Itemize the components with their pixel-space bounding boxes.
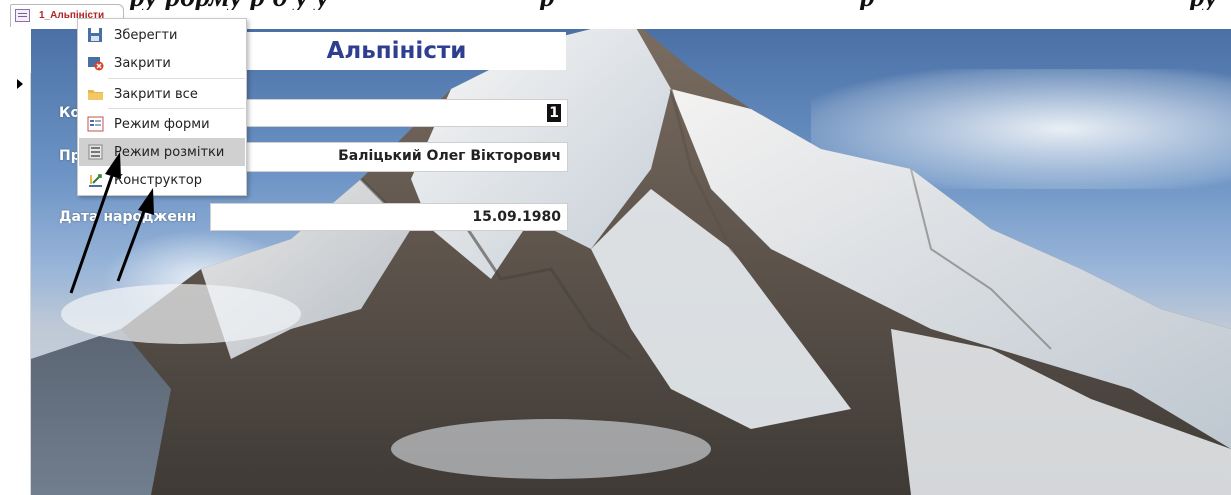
annotation-arrow-2 bbox=[116, 188, 154, 282]
annotation-arrows bbox=[69, 152, 154, 294]
annotation-arrow-1 bbox=[69, 152, 121, 294]
